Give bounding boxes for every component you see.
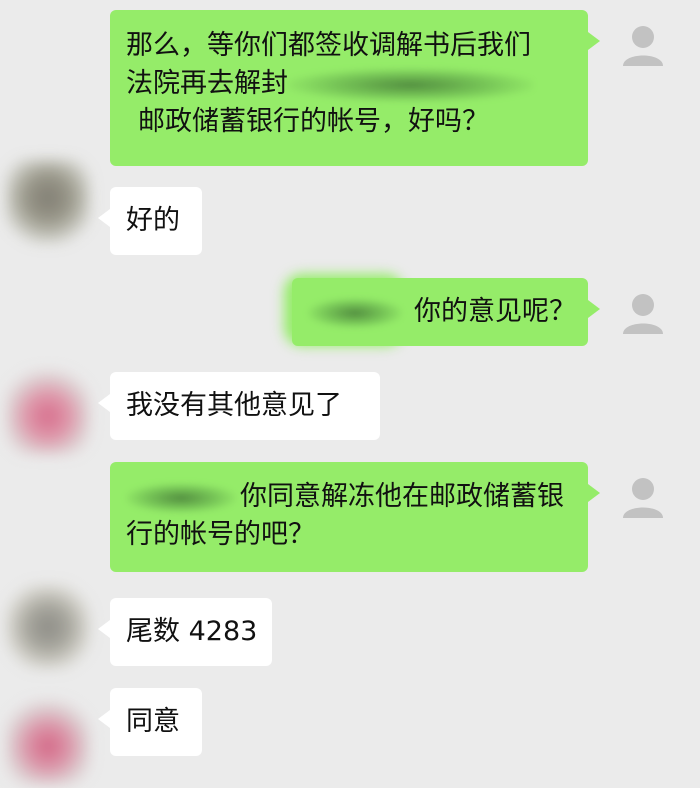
message-text: 你的意见呢？ [308, 293, 576, 331]
contact-avatar[interactable] [6, 370, 90, 454]
message-text: 邮政储蓄银行的帐号，好吗？ [138, 106, 489, 137]
self-avatar[interactable] [611, 14, 675, 78]
message-text: 我没有其他意见了 [126, 390, 342, 421]
default-person-icon [611, 14, 675, 78]
default-person-icon [611, 466, 675, 530]
message-bubble-outgoing[interactable]: 你的意见呢？ [292, 278, 600, 346]
message-text: 好的 [126, 205, 180, 236]
contact-avatar[interactable] [6, 700, 90, 784]
message-text: 你同意解冻他在邮政储蓄银 [126, 478, 572, 516]
self-avatar[interactable] [611, 282, 675, 346]
redacted-text [126, 482, 236, 513]
message-bubble-incoming[interactable]: 好的 [98, 187, 202, 255]
message-bubble-incoming[interactable]: 尾数 4283 [98, 598, 272, 666]
message-bubble-outgoing[interactable]: 那么，等你们都签收调解书后我们 法院再去解封 邮政储蓄银行的帐号，好吗？ [110, 10, 600, 166]
redacted-text [288, 67, 533, 102]
message-text: 那么，等你们都签收调解书后我们 [126, 30, 531, 61]
message-text: 法院再去解封 [126, 65, 572, 103]
contact-avatar[interactable] [6, 160, 90, 244]
default-person-icon [611, 282, 675, 346]
message-bubble-outgoing[interactable]: 你同意解冻他在邮政储蓄银 行的帐号的吧？ [110, 462, 600, 572]
message-text: 尾数 4283 [126, 616, 258, 647]
message-text: 同意 [126, 706, 180, 737]
message-bubble-incoming[interactable]: 我没有其他意见了 [98, 372, 380, 440]
message-bubble-incoming[interactable]: 同意 [98, 688, 202, 756]
self-avatar[interactable] [611, 466, 675, 530]
contact-avatar[interactable] [6, 585, 90, 669]
message-text: 行的帐号的吧？ [126, 519, 315, 550]
redacted-text [308, 297, 402, 328]
